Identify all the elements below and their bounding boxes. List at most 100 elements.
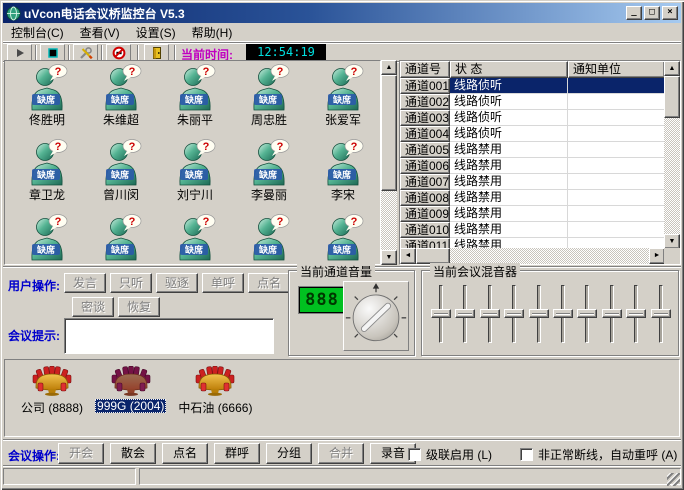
svg-text:?: ? [351, 66, 358, 78]
conference-label: 公司 (8888) [19, 399, 85, 416]
slider-thumb-handle[interactable] [651, 309, 671, 318]
title-bar[interactable]: uVcon电话会议桥监控台 V5.3 _ □ × [3, 3, 681, 23]
resize-grip[interactable] [667, 473, 680, 486]
attendee-name: 朱维超 [103, 111, 139, 128]
slider-thumb-handle[interactable] [602, 309, 622, 318]
conference-item[interactable]: 中石油 (6666) [176, 366, 254, 416]
slider-thumb-handle[interactable] [529, 309, 549, 318]
column-header[interactable]: 状 态 [450, 61, 568, 78]
status-panel-left [3, 468, 136, 485]
svg-text:缺席: 缺席 [36, 169, 55, 180]
table-row[interactable]: 通道006线路禁用 [400, 158, 680, 174]
mixer-slider[interactable] [649, 283, 673, 351]
conference-item[interactable]: 公司 (8888) [19, 366, 85, 416]
close-button[interactable]: × [662, 6, 678, 20]
scroll-up-button[interactable]: ▲ [381, 60, 397, 75]
option-checkbox[interactable]: 非正常断线，自动重呼 (A) [520, 446, 677, 463]
table-row[interactable]: 通道003线路侦听 [400, 110, 680, 126]
slider-thumb-handle[interactable] [455, 309, 475, 318]
scroll-up-button[interactable]: ▲ [664, 61, 680, 76]
menu-item-console[interactable]: 控制台(C) [3, 22, 72, 44]
attendee-absent-icon: ?缺席 [173, 63, 217, 111]
conference-op-button[interactable]: 散会 [110, 443, 156, 464]
conference-op-button[interactable]: 群呼 [214, 443, 260, 464]
attendee[interactable]: ?缺席章卫龙 [10, 138, 84, 213]
table-row[interactable]: 通道009线路禁用 [400, 206, 680, 222]
mixer-slider[interactable] [575, 283, 599, 351]
attendee-absent-icon: ?缺席 [99, 138, 143, 186]
attendee[interactable]: ?缺席周忠胜 [232, 63, 306, 138]
scrollbar-thumb[interactable] [416, 248, 450, 264]
menu-item-settings[interactable]: 设置(S) [128, 22, 184, 44]
attendee[interactable]: ?缺席 [306, 213, 380, 265]
slider-thumb-handle[interactable] [431, 309, 451, 318]
user-op-button: 只听 [110, 273, 152, 293]
attendee[interactable]: ?缺席曾川闵 [84, 138, 158, 213]
conference-item[interactable]: 999G (2004) [95, 366, 166, 413]
attendee[interactable]: ?缺席李曼丽 [232, 138, 306, 213]
svg-text:?: ? [203, 141, 210, 153]
attendee[interactable]: ?缺席 [158, 213, 232, 265]
table-row[interactable]: 通道005线路禁用 [400, 142, 680, 158]
conference-op-button[interactable]: 分组 [266, 443, 312, 464]
minimize-button[interactable]: _ [626, 6, 642, 20]
slider-thumb-handle[interactable] [626, 309, 646, 318]
option-checkbox[interactable]: 级联启用 (L) [408, 446, 492, 463]
attendee[interactable]: ?缺席佟胜明 [10, 63, 84, 138]
attendee[interactable]: ?缺席朱维超 [84, 63, 158, 138]
table-row[interactable]: 通道004线路侦听 [400, 126, 680, 142]
attendee[interactable]: ?缺席李宋 [306, 138, 380, 213]
mixer-slider[interactable] [478, 283, 502, 351]
scroll-left-button[interactable]: ◄ [400, 248, 416, 264]
attendee[interactable]: ?缺席 [10, 213, 84, 265]
checkbox-icon[interactable] [520, 448, 533, 461]
scroll-down-button[interactable]: ▼ [381, 250, 397, 265]
scrollbar-thumb[interactable] [381, 75, 397, 191]
scroll-down-button[interactable]: ▼ [664, 234, 680, 249]
attendee[interactable]: ?缺席 [84, 213, 158, 265]
menu-item-view[interactable]: 查看(V) [72, 22, 128, 44]
attendee[interactable]: ?缺席 [232, 213, 306, 265]
svg-text:?: ? [129, 216, 136, 228]
mixer-slider[interactable] [429, 283, 453, 351]
mixer-slider[interactable] [502, 283, 526, 351]
column-header[interactable]: 通知单位 [568, 61, 665, 78]
status-panel-right [139, 468, 681, 485]
scroll-right-button[interactable]: ► [649, 248, 665, 264]
channel-table-body: 通道001线路侦听通道002线路侦听通道003线路侦听通道004线路侦听通道00… [400, 78, 680, 254]
attendee-absent-icon: ?缺席 [99, 63, 143, 111]
mixer-slider[interactable] [600, 283, 624, 351]
volume-led-display: 888 [299, 287, 345, 313]
volume-knob[interactable] [344, 282, 408, 350]
menu-item-help[interactable]: 帮助(H) [184, 22, 241, 44]
table-row[interactable]: 通道008线路禁用 [400, 190, 680, 206]
meeting-prompt-input[interactable] [64, 318, 274, 354]
stop-icon [47, 47, 59, 59]
maximize-button[interactable]: □ [644, 6, 660, 20]
mixer-slider[interactable] [453, 283, 477, 351]
slider-thumb-handle[interactable] [480, 309, 500, 318]
scrollbar-thumb[interactable] [664, 76, 680, 118]
slider-thumb-handle[interactable] [553, 309, 573, 318]
attendee[interactable]: ?缺席张爱军 [306, 63, 380, 138]
attendee-name: 朱丽平 [177, 111, 213, 128]
slider-thumb-handle[interactable] [504, 309, 524, 318]
attendee[interactable]: ?缺席刘宁川 [158, 138, 232, 213]
conference-op-button[interactable]: 点名 [162, 443, 208, 464]
attendee-scrollbar[interactable]: ▲ ▼ [381, 60, 397, 265]
mixer-slider[interactable] [551, 283, 575, 351]
table-row[interactable]: 通道010线路禁用 [400, 222, 680, 238]
table-row[interactable]: 通道002线路侦听 [400, 94, 680, 110]
column-header[interactable]: 通道号 [400, 61, 450, 78]
attendee[interactable]: ?缺席朱丽平 [158, 63, 232, 138]
checkbox-icon[interactable] [408, 448, 421, 461]
svg-text:?: ? [129, 66, 136, 78]
table-row[interactable]: 通道001线路侦听 [400, 78, 680, 94]
table-v-scrollbar[interactable]: ▲ ▼ [664, 61, 680, 249]
mixer-slider[interactable] [527, 283, 551, 351]
table-row[interactable]: 通道007线路禁用 [400, 174, 680, 190]
table-h-scrollbar[interactable]: ◄ ► [400, 248, 665, 264]
mixer-slider[interactable] [624, 283, 648, 351]
slider-thumb-handle[interactable] [577, 309, 597, 318]
attendee-absent-icon: ?缺席 [247, 213, 291, 261]
